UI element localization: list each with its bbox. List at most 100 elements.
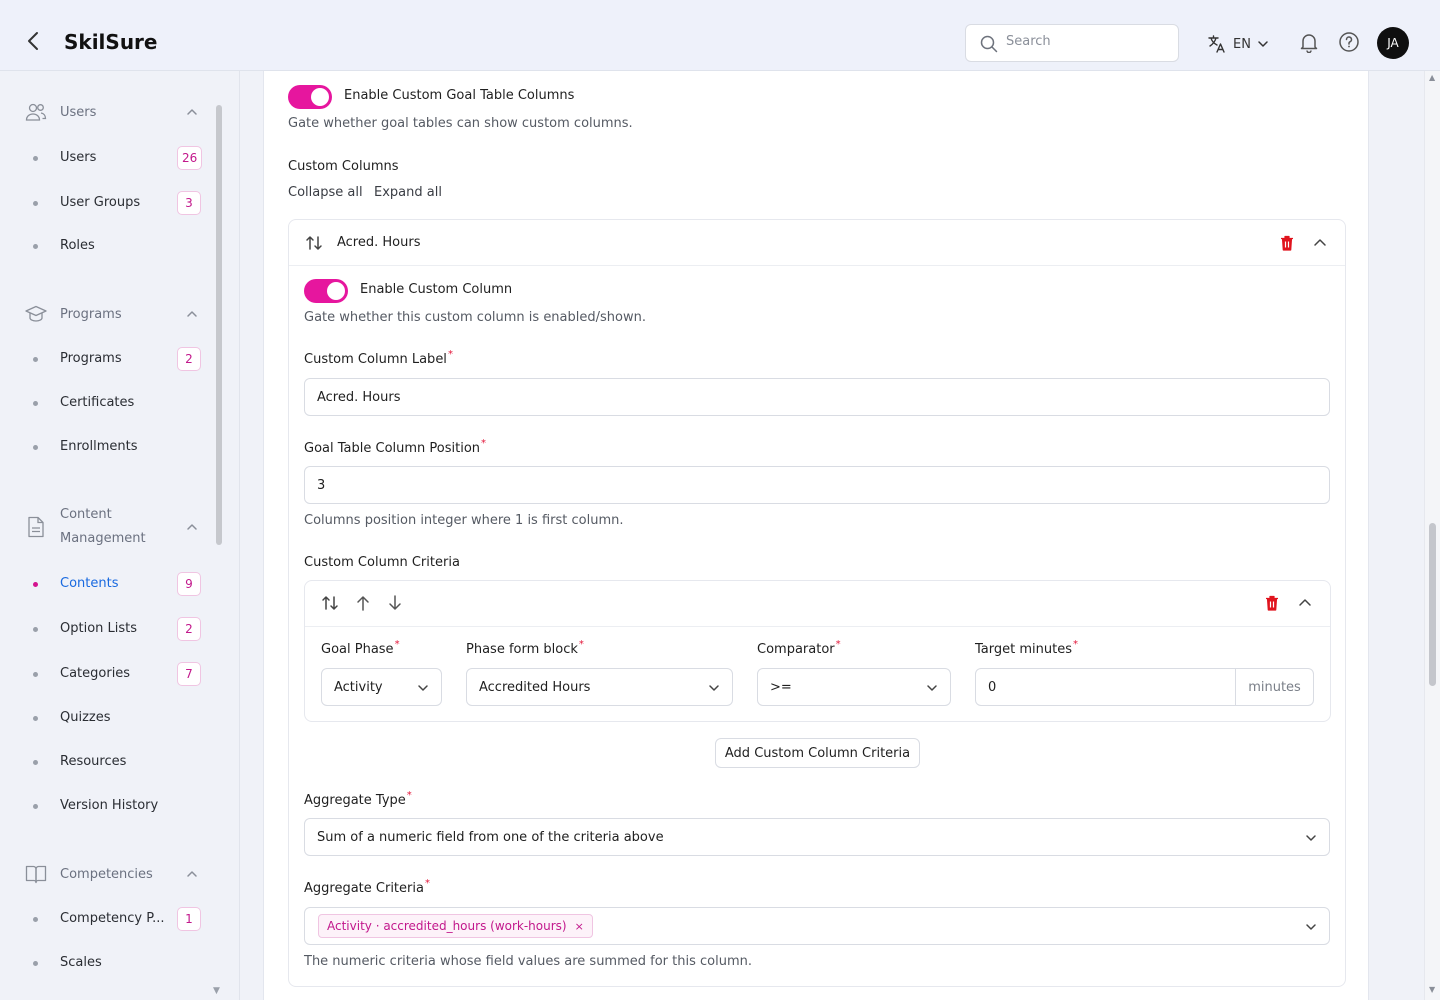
sidebar-item-label: Enrollments [60, 439, 138, 454]
sidebar-item-competency-profiles[interactable]: Competency P... 1 [24, 905, 204, 933]
add-criteria-button[interactable]: Add Custom Column Criteria [715, 738, 920, 768]
expand-all-link[interactable]: Expand all [374, 185, 442, 200]
sidebar-item-contents[interactable]: Contents 9 [24, 570, 204, 598]
count-badge: 1 [177, 907, 201, 931]
sidebar-item-label: Resources [60, 754, 127, 769]
sidebar-item-label: User Groups [60, 195, 141, 210]
chevron-up-icon[interactable] [1313, 236, 1327, 254]
sidebar-section-label: Competencies [60, 866, 153, 882]
sidebar-item-scales[interactable]: Scales [24, 949, 204, 977]
sidebar-item-label: Competency P... [60, 911, 165, 926]
arrow-up-icon[interactable] [355, 594, 371, 616]
scroll-down-arrow[interactable]: ▼ [1429, 985, 1435, 994]
sidebar-item-quizzes[interactable]: Quizzes [24, 704, 204, 732]
sidebar-section-programs[interactable]: Programs [24, 302, 197, 326]
aggregate-criteria-select[interactable]: Activity · accredited_hours (work-hours)… [304, 907, 1330, 945]
translate-icon [1208, 35, 1225, 53]
sidebar-item-user-groups[interactable]: User Groups 3 [24, 189, 204, 217]
chevron-down-icon [1306, 835, 1316, 841]
custom-column-label-input[interactable]: Acred. Hours [304, 378, 1330, 416]
goal-phase-select[interactable]: Activity [321, 668, 442, 706]
arrow-down-icon[interactable] [387, 594, 403, 616]
chevron-down-icon [418, 685, 428, 691]
selected-criteria-tag: Activity · accredited_hours (work-hours)… [318, 914, 593, 938]
chevron-up-icon [187, 109, 197, 115]
page-scrollbar[interactable]: ▲ ▼ [1424, 71, 1440, 1000]
bullet-dot [33, 201, 38, 206]
sidebar-item-option-lists[interactable]: Option Lists 2 [24, 615, 204, 643]
sidebar-item-certificates[interactable]: Certificates [24, 389, 204, 417]
app-title: SkilSure [64, 30, 158, 54]
target-minutes-input[interactable]: 0 minutes [975, 668, 1314, 706]
field-label-text: Goal Table Column Position [304, 441, 481, 456]
chevron-down-icon [927, 685, 937, 691]
target-minutes-label: Target minutes* [975, 639, 1078, 657]
sidebar-section-content-management[interactable]: Content Management [24, 503, 197, 551]
aggregate-type-select[interactable]: Sum of a numeric field from one of the c… [304, 818, 1330, 856]
sidebar-item-resources[interactable]: Resources [24, 748, 204, 776]
enable-custom-column-toggle[interactable] [304, 279, 348, 303]
count-badge: 2 [177, 347, 201, 371]
sidebar-item-label: Users [60, 150, 97, 165]
aggregate-type-label: Aggregate Type* [304, 790, 412, 808]
sidebar-item-label: Programs [60, 351, 122, 366]
aggregate-criteria-label: Aggregate Criteria* [304, 878, 430, 896]
chevron-up-icon [187, 311, 197, 317]
bullet-dot [33, 445, 38, 450]
top-bar: SkilSure EN JA [0, 0, 1440, 71]
field-label-text: Target minutes [975, 642, 1072, 657]
enable-goal-columns-label: Enable Custom Goal Table Columns [344, 88, 575, 103]
sidebar-scroll-down[interactable]: ▼ [213, 986, 220, 996]
sidebar-item-users[interactable]: Users 26 [24, 144, 204, 172]
search-input[interactable] [1006, 34, 1166, 49]
avatar[interactable]: JA [1377, 27, 1409, 59]
sidebar-item-enrollments[interactable]: Enrollments [24, 433, 204, 461]
scroll-thumb[interactable] [1429, 523, 1436, 686]
reorder-icon[interactable] [321, 594, 339, 616]
book-icon [25, 865, 47, 884]
tag-remove-icon[interactable]: × [575, 920, 584, 933]
enable-goal-columns-toggle[interactable] [288, 85, 332, 109]
bullet-dot [33, 917, 38, 922]
trash-icon[interactable] [1263, 594, 1281, 616]
sidebar-section-users[interactable]: Users [24, 100, 197, 124]
custom-column-card-header[interactable]: Acred. Hours [289, 220, 1345, 266]
bullet-dot [33, 961, 38, 966]
bullet-dot [33, 582, 38, 587]
sidebar-item-roles[interactable]: Roles [24, 232, 204, 260]
reorder-icon[interactable] [305, 234, 323, 256]
phase-form-block-select[interactable]: Accredited Hours [466, 668, 733, 706]
sidebar-item-programs[interactable]: Programs 2 [24, 345, 204, 373]
sidebar-item-label: Categories [60, 666, 131, 681]
column-position-help: Columns position integer where 1 is firs… [304, 513, 624, 528]
chevron-up-icon[interactable] [1298, 596, 1312, 614]
help-icon[interactable] [1338, 31, 1360, 57]
comparator-select[interactable]: >= [757, 668, 951, 706]
language-selector[interactable]: EN [1207, 33, 1269, 55]
sidebar-section-competencies[interactable]: Competencies [24, 862, 197, 886]
scroll-up-arrow[interactable]: ▲ [1429, 73, 1435, 82]
chevron-down-icon [1258, 41, 1268, 47]
trash-icon[interactable] [1278, 234, 1296, 256]
bell-icon[interactable] [1298, 31, 1320, 57]
field-label-text: Goal Phase [321, 642, 394, 657]
count-badge: 2 [177, 617, 201, 641]
document-icon [28, 516, 44, 538]
sidebar-item-label: Quizzes [60, 710, 111, 725]
minutes-unit-addon: minutes [1235, 669, 1313, 705]
sidebar-item-categories[interactable]: Categories 7 [24, 660, 204, 688]
sidebar-scrollbar[interactable] [216, 105, 222, 545]
search-box[interactable] [965, 24, 1179, 62]
sidebar-section-label: Management [60, 531, 146, 546]
bullet-dot [33, 716, 38, 721]
sidebar-item-version-history[interactable]: Version History [24, 792, 204, 820]
bullet-dot [33, 156, 38, 161]
back-arrow-icon[interactable] [22, 29, 46, 53]
count-badge: 26 [177, 146, 203, 170]
collapse-all-link[interactable]: Collapse all [288, 185, 363, 200]
bullet-dot [33, 760, 38, 765]
column-position-input[interactable]: 3 [304, 466, 1330, 504]
search-icon [980, 35, 998, 53]
custom-column-card: Acred. Hours Enable Custom Column Gate w… [288, 219, 1346, 987]
sidebar-item-label: Contents [60, 576, 119, 591]
